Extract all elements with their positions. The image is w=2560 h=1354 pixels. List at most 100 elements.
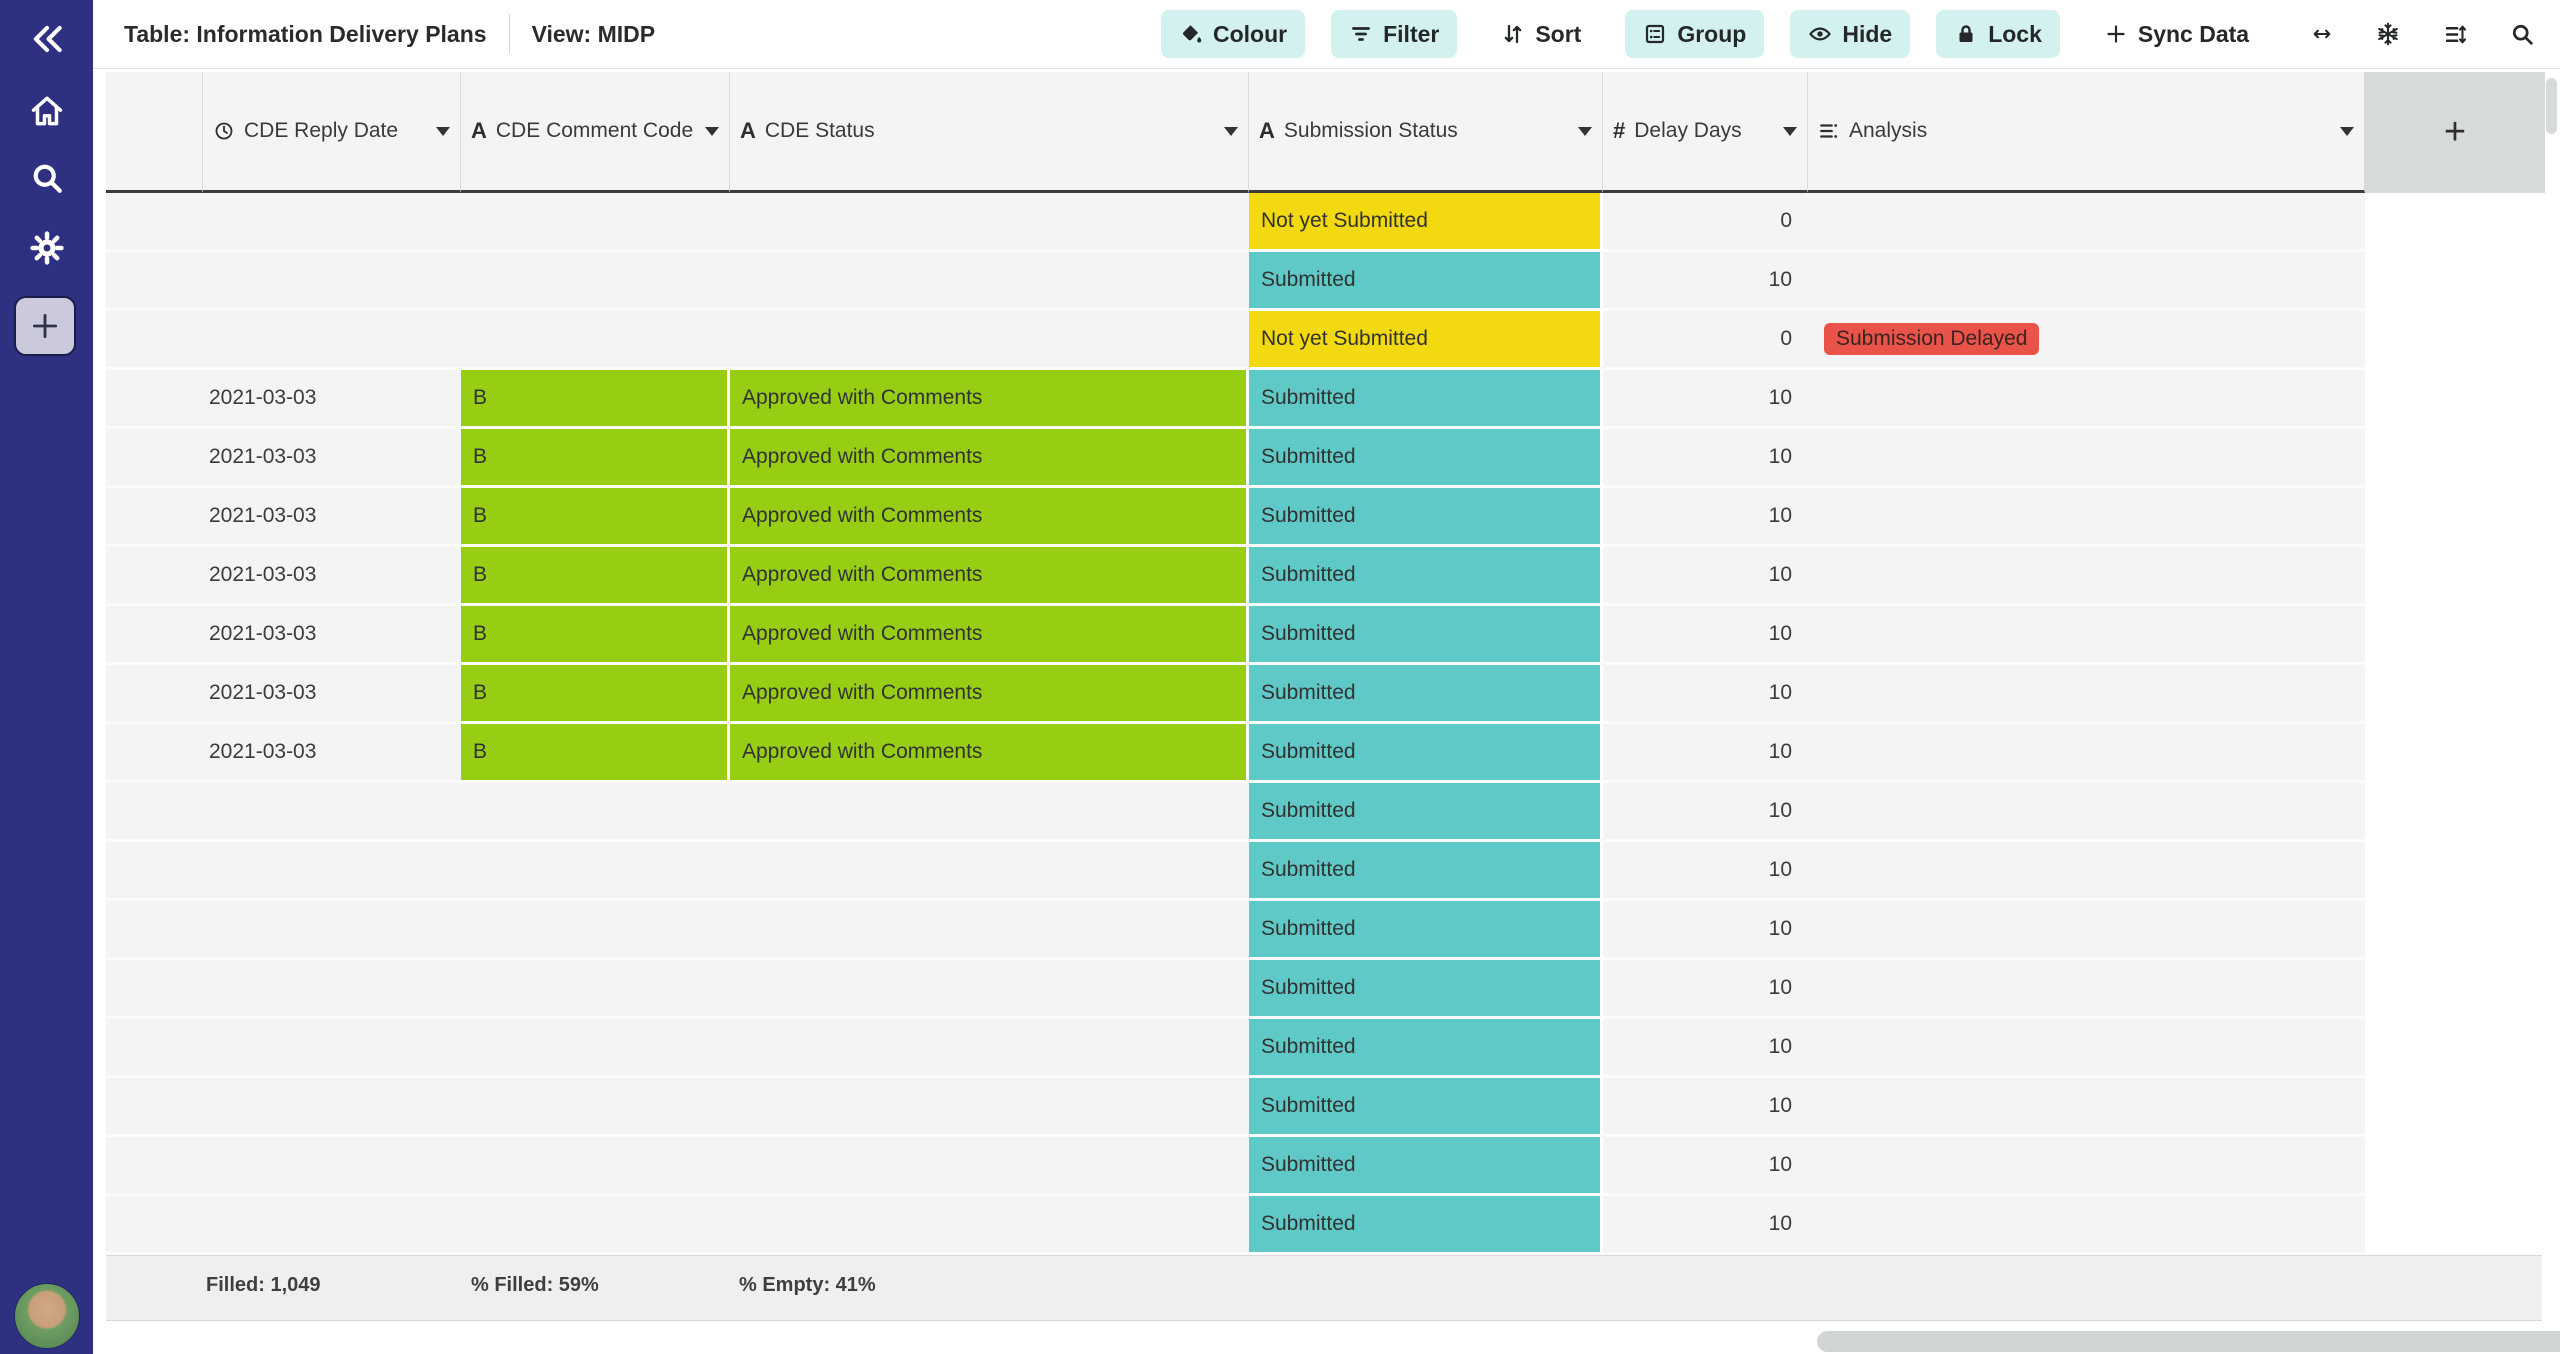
hide-button[interactable]: Hide	[1790, 10, 1910, 58]
cell-row-handle[interactable]	[106, 311, 203, 367]
cell-delay-days[interactable]: 10	[1603, 960, 1808, 1016]
cell-cde-status[interactable]	[730, 193, 1249, 249]
cell-cde-status[interactable]	[730, 901, 1249, 957]
column-menu-caret-icon[interactable]	[2340, 127, 2354, 136]
cell-cde-comment-code[interactable]: B	[461, 606, 730, 662]
cell-row-handle[interactable]	[106, 1137, 203, 1193]
cell-analysis[interactable]	[1808, 370, 2365, 426]
cell-cde-status[interactable]	[730, 1137, 1249, 1193]
cell-analysis[interactable]	[1808, 252, 2365, 308]
cell-cde-reply-date[interactable]	[203, 901, 461, 957]
cell-row-handle[interactable]	[106, 488, 203, 544]
cell-delay-days[interactable]: 10	[1603, 1196, 1808, 1252]
cell-submission-status[interactable]: Submitted	[1249, 1019, 1603, 1075]
cell-delay-days[interactable]: 10	[1603, 547, 1808, 603]
home-icon[interactable]	[0, 92, 93, 130]
cell-row-handle[interactable]	[106, 193, 203, 249]
cell-cde-comment-code[interactable]	[461, 783, 730, 839]
cell-cde-comment-code[interactable]: B	[461, 488, 730, 544]
column-header-cde-status[interactable]: ACDE Status	[730, 72, 1249, 193]
cell-cde-reply-date[interactable]: 2021-03-03	[203, 370, 461, 426]
sort-button[interactable]: Sort	[1483, 10, 1599, 58]
cell-cde-comment-code[interactable]: B	[461, 429, 730, 485]
cell-delay-days[interactable]: 10	[1603, 901, 1808, 957]
cell-analysis[interactable]	[1808, 783, 2365, 839]
cell-analysis[interactable]	[1808, 1019, 2365, 1075]
search-button[interactable]	[2510, 22, 2535, 47]
footer-stat-pct-filled[interactable]: % Filled: 59%	[471, 1274, 599, 1297]
footer-stat-pct-empty[interactable]: % Empty: 41%	[739, 1274, 876, 1297]
column-menu-caret-icon[interactable]	[436, 127, 450, 136]
cell-delay-days[interactable]: 0	[1603, 311, 1808, 367]
cell-analysis[interactable]	[1808, 488, 2365, 544]
cell-delay-days[interactable]: 10	[1603, 665, 1808, 721]
cell-cde-status[interactable]	[730, 1019, 1249, 1075]
cell-cde-comment-code[interactable]	[461, 960, 730, 1016]
cell-cde-status[interactable]	[730, 252, 1249, 308]
cell-cde-comment-code[interactable]	[461, 193, 730, 249]
cell-analysis[interactable]	[1808, 665, 2365, 721]
collapse-sidebar-icon[interactable]	[0, 20, 93, 58]
add-column-button[interactable]: +	[2365, 72, 2545, 193]
column-header-cde-reply-date[interactable]: CDE Reply Date	[203, 72, 461, 193]
cell-submission-status[interactable]: Submitted	[1249, 842, 1603, 898]
cell-row-handle[interactable]	[106, 724, 203, 780]
cell-analysis[interactable]	[1808, 960, 2365, 1016]
cell-cde-status[interactable]: Approved with Comments	[730, 370, 1249, 426]
cell-row-handle[interactable]	[106, 606, 203, 662]
sidebar-add-button[interactable]	[14, 296, 76, 356]
cell-cde-reply-date[interactable]: 2021-03-03	[203, 547, 461, 603]
cell-cde-status[interactable]	[730, 960, 1249, 1016]
search-icon[interactable]	[0, 160, 93, 196]
cell-submission-status[interactable]: Submitted	[1249, 370, 1603, 426]
cell-submission-status[interactable]: Submitted	[1249, 547, 1603, 603]
cell-submission-status[interactable]: Submitted	[1249, 901, 1603, 957]
cell-submission-status[interactable]: Not yet Submitted	[1249, 311, 1603, 367]
cell-analysis[interactable]	[1808, 429, 2365, 485]
cell-analysis[interactable]	[1808, 1078, 2365, 1134]
cell-delay-days[interactable]: 10	[1603, 252, 1808, 308]
cell-row-handle[interactable]	[106, 783, 203, 839]
cell-cde-status[interactable]	[730, 1078, 1249, 1134]
cell-cde-comment-code[interactable]: B	[461, 665, 730, 721]
cell-cde-reply-date[interactable]	[203, 842, 461, 898]
cell-row-handle[interactable]	[106, 252, 203, 308]
cell-cde-status[interactable]	[730, 842, 1249, 898]
cell-delay-days[interactable]: 0	[1603, 193, 1808, 249]
cell-row-handle[interactable]	[106, 429, 203, 485]
cell-cde-reply-date[interactable]	[203, 1137, 461, 1193]
column-menu-caret-icon[interactable]	[705, 127, 719, 136]
cell-cde-status[interactable]: Approved with Comments	[730, 724, 1249, 780]
cell-cde-reply-date[interactable]	[203, 960, 461, 1016]
cell-delay-days[interactable]: 10	[1603, 370, 1808, 426]
cell-cde-comment-code[interactable]: B	[461, 724, 730, 780]
cell-analysis[interactable]: Submission Delayed	[1808, 311, 2365, 367]
cell-submission-status[interactable]: Submitted	[1249, 960, 1603, 1016]
cell-delay-days[interactable]: 10	[1603, 1078, 1808, 1134]
cell-analysis[interactable]	[1808, 724, 2365, 780]
cell-cde-status[interactable]: Approved with Comments	[730, 429, 1249, 485]
settings-gear-icon[interactable]	[0, 230, 93, 266]
column-header-cde-comment-code[interactable]: ACDE Comment Code	[461, 72, 730, 193]
column-menu-caret-icon[interactable]	[1783, 127, 1797, 136]
cell-cde-comment-code[interactable]	[461, 1019, 730, 1075]
colour-button[interactable]: Colour	[1161, 10, 1305, 58]
cell-row-handle[interactable]	[106, 370, 203, 426]
cell-cde-comment-code[interactable]: B	[461, 370, 730, 426]
sync-button[interactable]: Sync Data	[2086, 10, 2267, 58]
cell-delay-days[interactable]: 10	[1603, 842, 1808, 898]
resize-columns-button[interactable]	[2311, 23, 2333, 45]
footer-stat-filled[interactable]: Filled: 1,049	[206, 1274, 321, 1297]
cell-row-handle[interactable]	[106, 960, 203, 1016]
cell-cde-status[interactable]: Approved with Comments	[730, 606, 1249, 662]
cell-analysis[interactable]	[1808, 842, 2365, 898]
cell-cde-comment-code[interactable]	[461, 1078, 730, 1134]
cell-delay-days[interactable]: 10	[1603, 783, 1808, 839]
cell-cde-reply-date[interactable]: 2021-03-03	[203, 488, 461, 544]
cell-cde-comment-code[interactable]	[461, 842, 730, 898]
user-avatar[interactable]	[14, 1283, 80, 1349]
column-menu-caret-icon[interactable]	[1224, 127, 1238, 136]
column-menu-caret-icon[interactable]	[1578, 127, 1592, 136]
cell-cde-reply-date[interactable]	[203, 783, 461, 839]
cell-row-handle[interactable]	[106, 842, 203, 898]
